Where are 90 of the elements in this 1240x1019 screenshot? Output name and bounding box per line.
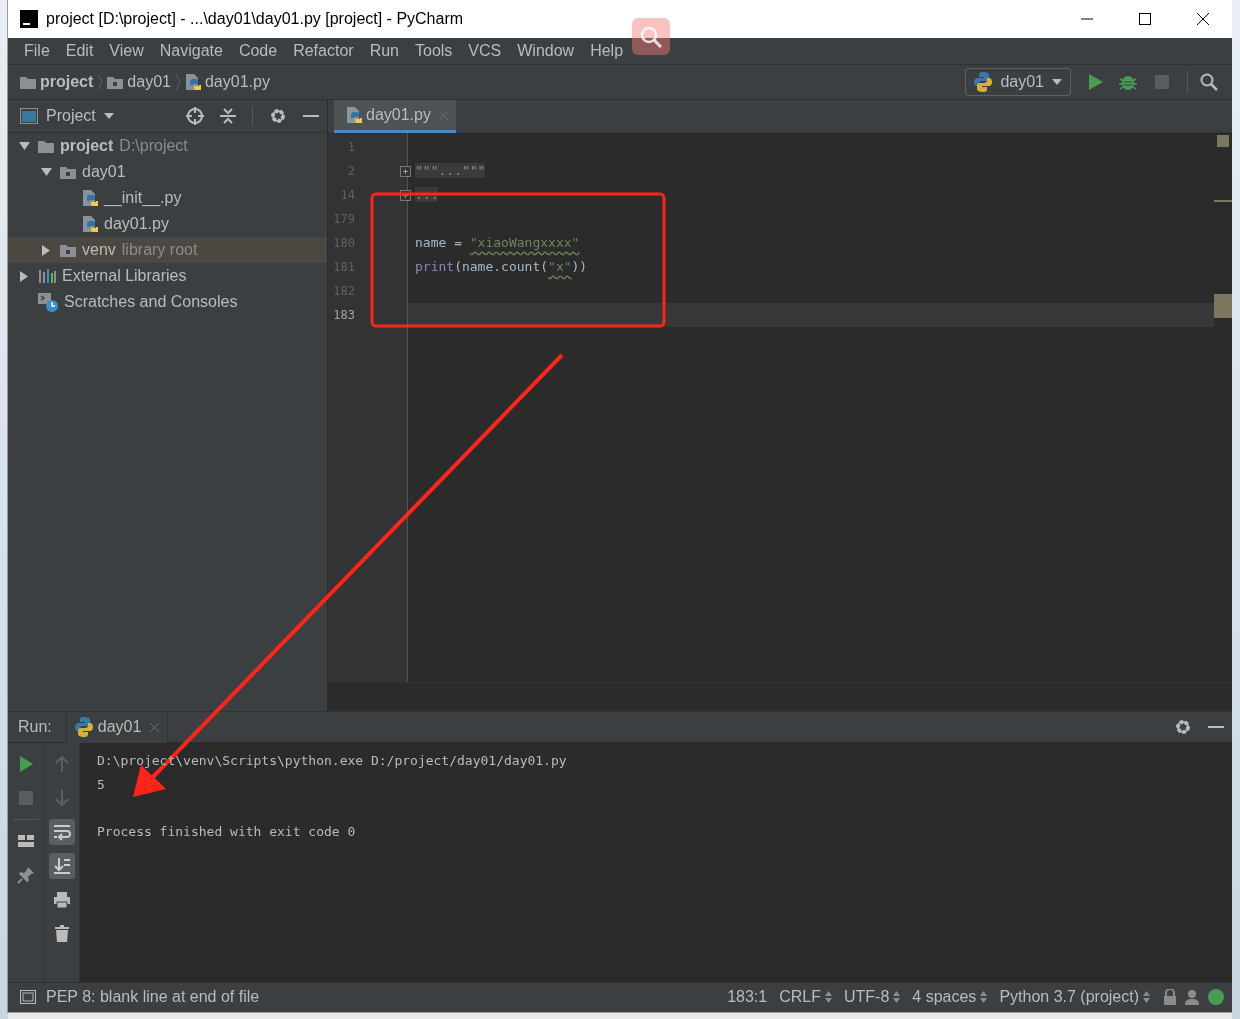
minimize-panel-icon[interactable] [303,114,319,118]
console-output-line: Process finished with exit code 0 [97,823,357,841]
settings-icon[interactable] [269,107,287,125]
python-icon [74,716,93,738]
status-bar-item[interactable]: 4 spaces [906,985,994,1009]
inspector-icon[interactable] [1184,989,1200,1005]
menu-item[interactable]: Edit [57,38,102,64]
python-icon [974,71,993,93]
settings-icon[interactable] [1174,718,1192,736]
magnifier-icon[interactable] [640,25,662,48]
caret-icon [1052,79,1062,85]
menu-item[interactable]: Refactor [285,38,362,64]
folder-icon [60,165,76,179]
menu-item[interactable]: Code [230,38,286,64]
folder-icon [60,243,76,257]
tree-item-label: External Libraries [62,266,187,286]
breadcrumb-item[interactable]: day01.py [204,70,270,94]
panel-icon [20,108,38,124]
menu-item[interactable]: Run [361,38,407,64]
trash-icon[interactable] [52,925,71,943]
search-icon[interactable] [1200,73,1218,91]
caret-icon [103,113,114,119]
expanded-arrow-icon[interactable] [40,168,52,176]
tree-item-hint: D:\project [119,136,188,156]
tree-item-label: Scratches and Consoles [64,292,238,312]
run-tab[interactable]: day01 [65,711,169,743]
line-number: 183 [333,307,355,324]
app-logo-icon [20,10,38,28]
tree-item-hint: library root [121,240,198,260]
tree-item-label: day01 [82,162,126,182]
run-panel-label: Run: [18,717,52,737]
chevron-icon [97,73,104,91]
status-bar-item[interactable]: UTF-8 [838,985,907,1009]
layout-icon[interactable] [16,832,35,850]
menu-item[interactable]: Navigate [151,38,231,64]
collapsed-arrow-icon[interactable] [42,244,50,256]
expand-fold-icon[interactable] [400,189,411,201]
status-bar-item[interactable]: 183:1 [721,985,774,1009]
menu-item[interactable]: Tools [407,38,461,64]
menu-item[interactable]: VCS [460,38,510,64]
breadcrumb-item[interactable]: project [40,70,94,94]
run-config-dropdown[interactable]: day01 [965,68,1071,96]
maximize-icon[interactable] [1139,13,1151,25]
print-icon[interactable] [52,891,71,909]
scroll-marker [1214,200,1232,202]
minimize-panel-icon[interactable] [1208,725,1224,729]
caret-row-marker [1214,294,1232,318]
menu-item[interactable]: Window [509,38,583,64]
libraries-icon [38,268,56,284]
lock-icon[interactable] [1164,989,1176,1005]
status-message: PEP 8: blank line at end of file [46,987,260,1007]
python-file-icon [184,73,201,91]
window-title: project [D:\project] - ...\day01\day01.py [project] - PyCharm [46,9,464,29]
layout-toggle-icon[interactable] [20,990,36,1004]
collapse-all-icon[interactable] [220,107,236,125]
scratches-icon [38,292,58,312]
soft-wrap-icon[interactable] [52,823,71,841]
status-bar-item[interactable]: CRLF [773,985,838,1009]
status-bar-item[interactable]: Python 3.7 (project) [993,985,1156,1009]
bug-icon[interactable] [1119,73,1137,91]
folded-code[interactable]: """...""" [415,161,486,181]
tree-item-label: project [60,136,114,156]
folder-icon [38,139,54,153]
collapsed-arrow-icon[interactable] [20,270,28,282]
tree-item-label: venv [82,240,116,260]
editor-tab[interactable]: day01.py [334,100,456,133]
crosshair-icon[interactable] [186,107,204,125]
folder-icon [107,75,124,89]
menu-item[interactable]: Help [582,38,632,64]
python-file-icon [82,215,98,233]
expand-fold-icon[interactable] [400,165,411,177]
pin-icon[interactable] [16,866,35,884]
tree-item-label: __init__.py [104,188,182,209]
close-icon[interactable] [1197,13,1209,25]
folder-icon [20,75,36,89]
breadcrumb-item[interactable]: day01 [127,70,171,94]
expanded-arrow-icon[interactable] [18,142,30,150]
console-output-line: 5 [97,776,106,794]
code-line: print(name.count("x")) [414,258,589,277]
menu-item[interactable]: File [16,38,58,64]
python-file-icon [346,106,362,124]
tree-item-label: day01.py [104,214,169,234]
menu-item[interactable]: View [101,38,152,64]
code-line: name = "xiaoWangxxxx" [414,234,581,253]
chevron-icon [174,73,181,91]
python-file-icon [82,189,98,207]
project-view-dropdown[interactable]: Project [46,104,114,128]
scroll-to-end-icon[interactable] [52,857,71,875]
event-log-icon[interactable] [1208,989,1224,1005]
run-icon[interactable] [1089,74,1103,90]
